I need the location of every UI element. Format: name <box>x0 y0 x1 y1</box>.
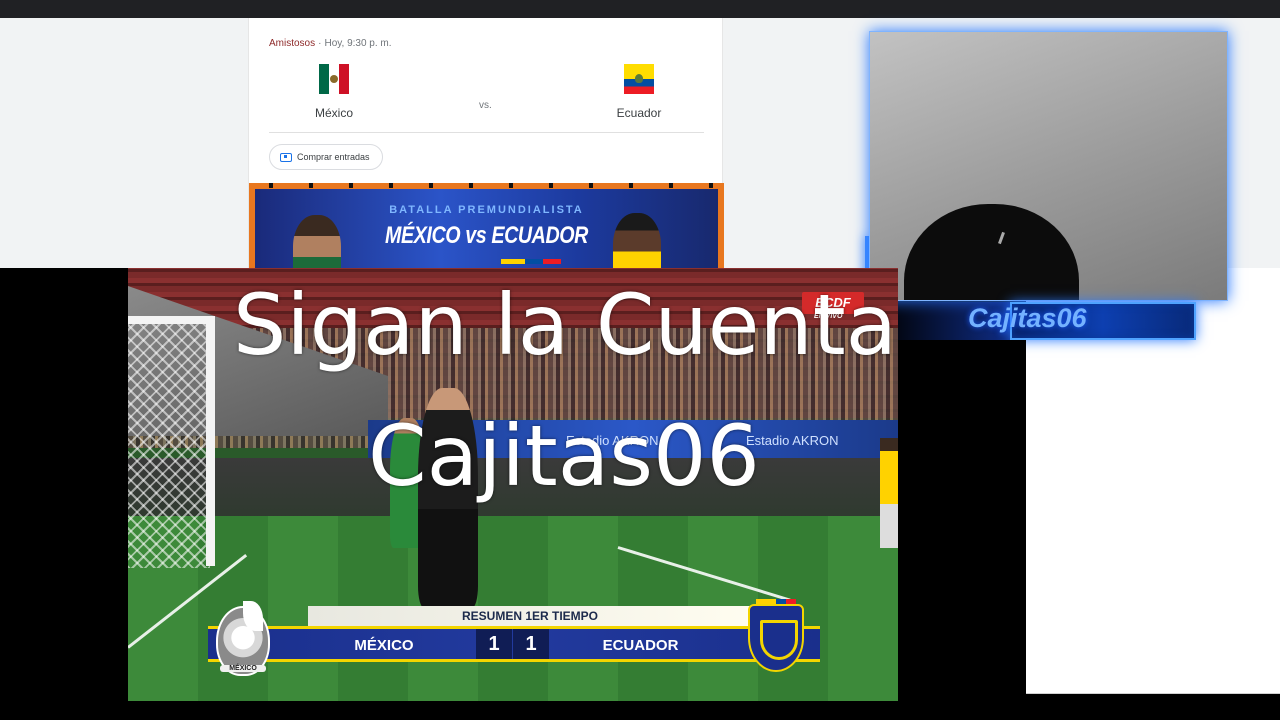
buy-tickets-button[interactable]: Comprar entradas <box>269 144 383 170</box>
goal-net <box>128 318 210 568</box>
promo-flag-bar <box>501 259 561 264</box>
streamer-name: Cajitas06 <box>968 303 1087 333</box>
goal-crossbar <box>128 316 214 324</box>
mexico-flag-icon <box>319 64 349 94</box>
away-team-name: Ecuador <box>616 106 662 120</box>
promo-kicker: BATALLA PREMUNDIALISTA <box>389 204 584 216</box>
scoreboard-home-team: MÉXICO <box>354 637 414 654</box>
webcam-feed <box>869 31 1228 301</box>
promo-stripes <box>249 183 724 188</box>
vs-label: vs. <box>479 100 492 111</box>
competition-link[interactable]: Amistosos <box>269 38 315 49</box>
streamer-silhouette <box>904 204 1079 300</box>
buy-tickets-label: Comprar entradas <box>297 152 370 162</box>
ticket-icon <box>280 152 292 162</box>
home-team[interactable]: México <box>284 64 384 120</box>
card-divider <box>269 132 704 133</box>
scoreboard-away-team: ECUADOR <box>602 637 679 654</box>
promo-artwork: BATALLA PREMUNDIALISTA MÉXICO vs ECUADOR <box>255 189 718 268</box>
match-meta: Amistosos · Hoy, 9:30 p. m. <box>269 38 392 49</box>
page-divider <box>1026 693 1280 694</box>
scoreboard-home-score: 1 <box>476 629 512 659</box>
ecuador-crest-icon <box>748 604 804 672</box>
promo-title: MÉXICO vs ECUADOR <box>384 222 588 249</box>
mexico-crest-label: MÉXICO <box>220 665 266 672</box>
scoreboard-away-score: 1 <box>513 629 549 659</box>
browser-top-bar <box>0 0 1280 18</box>
promo-banner[interactable]: BATALLA PREMUNDIALISTA MÉXICO vs ECUADOR <box>249 183 724 268</box>
away-team[interactable]: Ecuador <box>589 64 689 120</box>
kickoff-time: Hoy, 9:30 p. m. <box>324 38 392 49</box>
black-area <box>898 340 1026 720</box>
screen: Amistosos · Hoy, 9:30 p. m. México vs. Ecu… <box>0 0 1280 720</box>
overlay-text-line-1: Sigan la Cuenta <box>233 276 898 374</box>
goal-post <box>206 316 215 566</box>
scoreboard-title: RESUMEN 1ER TIEMPO <box>308 606 752 626</box>
ecuador-flag-icon <box>624 64 654 94</box>
home-team-name: México <box>314 106 353 120</box>
overlay-text-line-2: Cajitas06 <box>368 407 760 505</box>
match-card: Amistosos · Hoy, 9:30 p. m. México vs. Ecu… <box>248 18 724 268</box>
